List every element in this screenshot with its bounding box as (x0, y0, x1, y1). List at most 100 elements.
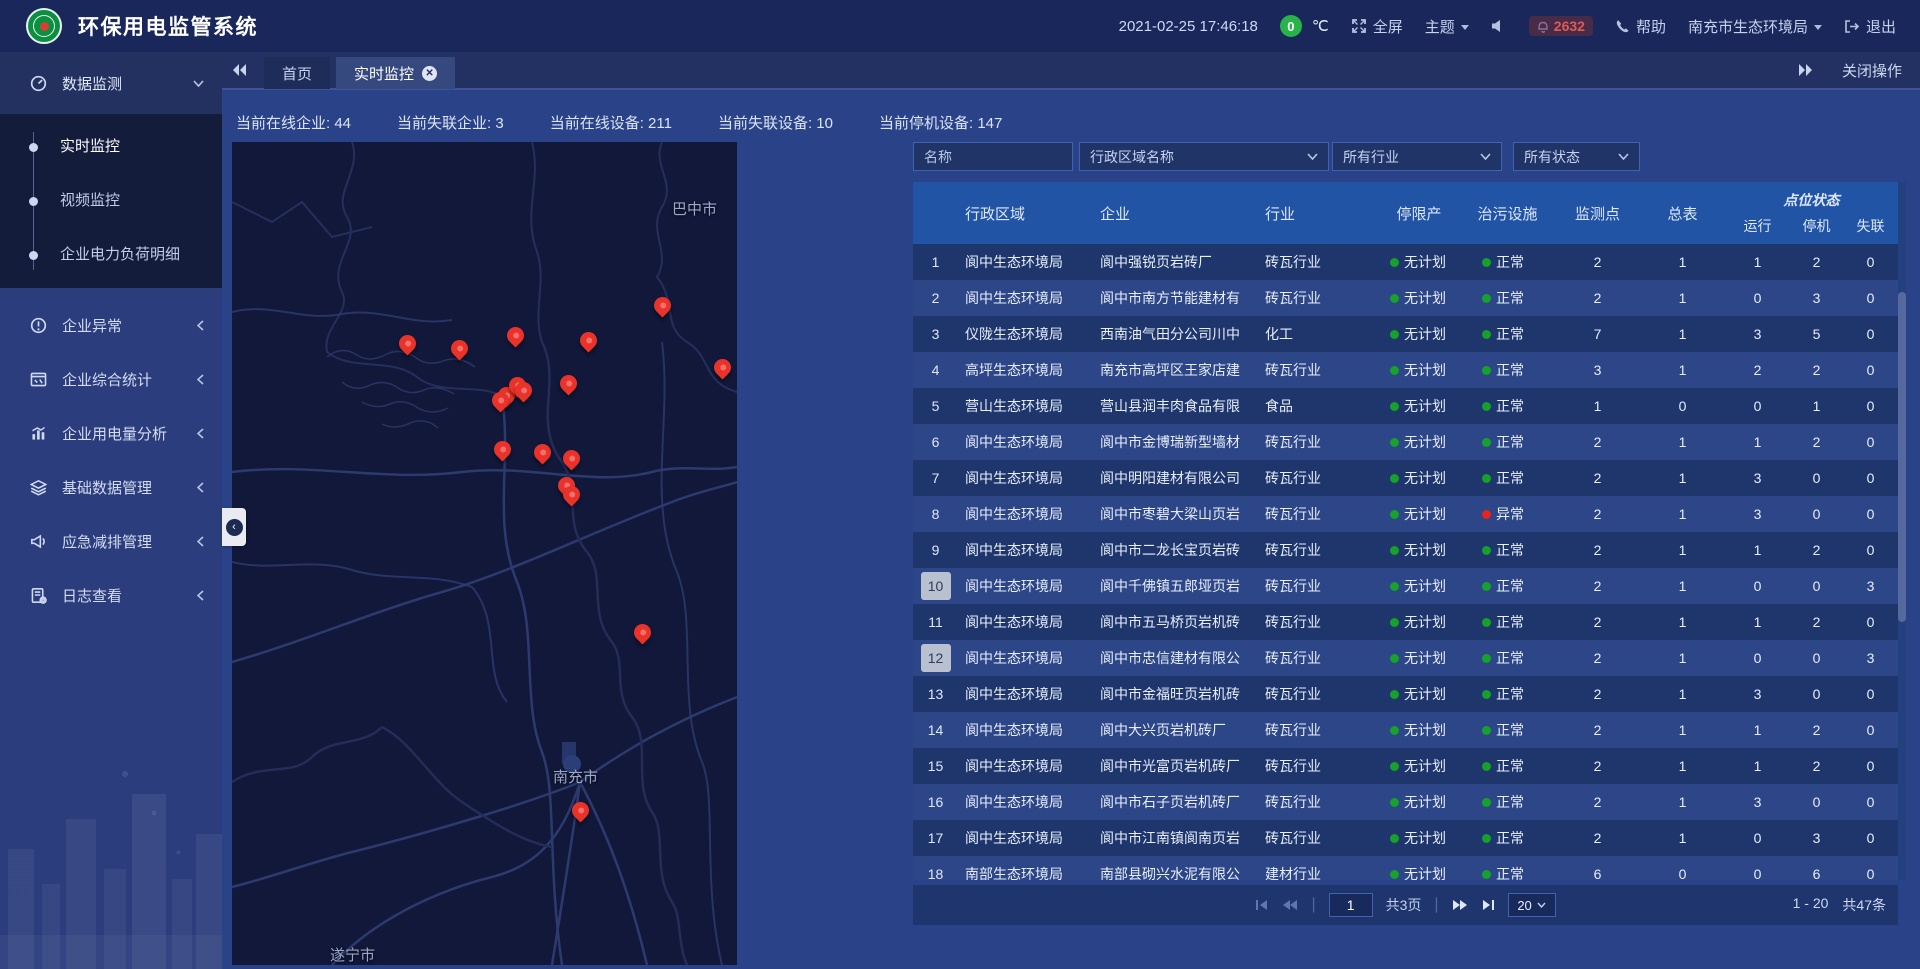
cell-offline-count: 0 (1843, 542, 1898, 558)
chevron-down-icon (1480, 153, 1491, 160)
status-dot-icon (1390, 330, 1399, 339)
status-dot-icon (1390, 582, 1399, 591)
chevron-left-icon (197, 320, 204, 331)
sidebar-item[interactable]: 数据监测 (0, 52, 222, 114)
logout-button[interactable]: 退出 (1844, 16, 1896, 37)
cell-monitor-count: 2 (1555, 542, 1640, 558)
status-dot-icon (1482, 690, 1491, 699)
chevron-down-icon (1461, 25, 1469, 30)
table-row[interactable]: 17阆中生态环境局阆中市江南镇阆南页岩砖瓦行业无计划正常21030 (913, 820, 1898, 856)
last-page-button[interactable] (1481, 899, 1495, 911)
notification-badge[interactable]: 2632 (1529, 16, 1593, 36)
table-row[interactable]: 9阆中生态环境局阆中市二龙长宝页岩砖砖瓦行业无计划正常21120 (913, 532, 1898, 568)
cell-stopped-count: 0 (1790, 794, 1843, 810)
column-header-stopped: 停机 (1790, 216, 1843, 236)
table-row[interactable]: 2阆中生态环境局阆中市南方节能建材有砖瓦行业无计划正常21030 (913, 280, 1898, 316)
cell-running-count: 3 (1725, 326, 1790, 342)
table-row[interactable]: 8阆中生态环境局阆中市枣碧大梁山页岩砖瓦行业无计划异常21300 (913, 496, 1898, 532)
sidebar-item[interactable]: 企业用电量分析 (0, 406, 222, 460)
table-row[interactable]: 13阆中生态环境局阆中市金福旺页岩机砖砖瓦行业无计划正常21300 (913, 676, 1898, 712)
sidebar-subitem[interactable]: 视频监控 (0, 174, 222, 228)
tab-item[interactable]: 首页 (264, 57, 330, 89)
cell-company: 阆中市光富页岩机砖厂 (1088, 756, 1258, 776)
table-row[interactable]: 3仪陇生态环境局西南油气田分公司川中化工无计划正常71350 (913, 316, 1898, 352)
table-row[interactable]: 7阆中生态环境局阆中明阳建材有限公司砖瓦行业无计划正常21300 (913, 460, 1898, 496)
first-page-button[interactable] (1255, 899, 1269, 911)
cell-row-number: 5 (913, 398, 958, 414)
sidebar-item[interactable]: 基础数据管理 (0, 460, 222, 514)
cell-stopped-count: 2 (1790, 758, 1843, 774)
table-row[interactable]: 14阆中生态环境局阆中大兴页岩机砖厂砖瓦行业无计划正常21120 (913, 712, 1898, 748)
sidebar-item[interactable]: 日志查看 (0, 568, 222, 622)
table-row[interactable]: 5营山生态环境局营山县润丰肉食品有限食品无计划正常10010 (913, 388, 1898, 424)
bullet-dot-icon (29, 143, 38, 152)
sidebar-item[interactable]: 企业异常 (0, 298, 222, 352)
sidebar-item[interactable]: 企业综合统计 (0, 352, 222, 406)
column-group-point-status: 点位状态 运行 停机 失联 (1725, 182, 1898, 244)
org-dropdown[interactable]: 南充市生态环境局 (1688, 16, 1822, 37)
cell-limit-status: 无计划 (1378, 468, 1460, 488)
cell-offline-count: 0 (1843, 290, 1898, 306)
sidebar-collapse-toggle[interactable]: ‹ (222, 508, 246, 546)
sidebar-item[interactable]: 应急减排管理 (0, 514, 222, 568)
table-row[interactable]: 1阆中生态环境局阆中强锐页岩砖厂砖瓦行业无计划正常21120 (913, 244, 1898, 280)
table-row[interactable]: 15阆中生态环境局阆中市光富页岩机砖厂砖瓦行业无计划正常21120 (913, 748, 1898, 784)
cell-stopped-count: 2 (1790, 542, 1843, 558)
stat-item: 当前失联设备: 10 (718, 112, 833, 133)
tab-active[interactable]: 实时监控✕ (336, 57, 455, 89)
region-select[interactable]: 行政区域名称 (1079, 142, 1329, 171)
cell-region: 阆中生态环境局 (958, 504, 1088, 524)
cell-running-count: 1 (1725, 254, 1790, 270)
stat-item: 当前停机设备: 147 (879, 112, 1002, 133)
double-chevron-right-icon[interactable] (1798, 63, 1814, 77)
last-page-icon (1481, 899, 1495, 911)
industry-select[interactable]: 所有行业 (1332, 142, 1502, 171)
fullscreen-icon (1351, 18, 1367, 34)
theme-dropdown[interactable]: 主题 (1425, 16, 1469, 37)
close-operations-button[interactable]: 关闭操作 (1842, 60, 1902, 81)
cell-industry: 砖瓦行业 (1258, 828, 1378, 848)
filter-bar: 行政区域名称 所有行业 所有状态 (913, 142, 1906, 171)
fullscreen-button[interactable]: 全屏 (1351, 16, 1403, 37)
name-search-input[interactable] (913, 142, 1073, 171)
tab-close-icon[interactable]: ✕ (422, 66, 437, 81)
page-number-input[interactable] (1329, 893, 1373, 917)
table-row[interactable]: 10阆中生态环境局阆中千佛镇五郎垭页岩砖瓦行业无计划正常21003 (913, 568, 1898, 604)
cell-offline-count: 0 (1843, 362, 1898, 378)
stats-bar: 当前在线企业: 44当前失联企业: 3当前在线设备: 211当前失联设备: 10… (236, 112, 1002, 133)
cell-running-count: 1 (1725, 758, 1790, 774)
map-panel[interactable]: 巴中市南充市遂宁市 (232, 142, 737, 965)
speaker-icon[interactable] (1491, 19, 1507, 33)
tab-scroll-left-button[interactable] (222, 52, 258, 88)
cell-stopped-count: 0 (1790, 506, 1843, 522)
help-button[interactable]: 帮助 (1615, 16, 1666, 37)
cell-offline-count: 0 (1843, 614, 1898, 630)
bar-chart-icon (28, 425, 48, 442)
status-select[interactable]: 所有状态 (1513, 142, 1640, 171)
cell-limit-status: 无计划 (1378, 360, 1460, 380)
sidebar-item-label: 企业综合统计 (62, 369, 152, 390)
table-row[interactable]: 6阆中生态环境局阆中市金博瑞新型墙材砖瓦行业无计划正常21120 (913, 424, 1898, 460)
log-doc-icon (28, 587, 48, 604)
chevron-left-icon (197, 374, 204, 385)
cell-offline-count: 0 (1843, 326, 1898, 342)
cell-region: 阆中生态环境局 (958, 612, 1088, 632)
table-row[interactable]: 16阆中生态环境局阆中市石子页岩机砖厂砖瓦行业无计划正常21300 (913, 784, 1898, 820)
cell-total-meter: 1 (1640, 542, 1725, 558)
next-page-button[interactable] (1452, 899, 1468, 911)
status-dot-icon (1482, 294, 1491, 303)
table-row[interactable]: 4高坪生态环境局南充市高坪区王家店建砖瓦行业无计划正常31220 (913, 352, 1898, 388)
table-row[interactable]: 18南部生态环境局南部县砌兴水泥有限公建材行业无计划正常60060 (913, 856, 1898, 880)
cell-offline-count: 0 (1843, 254, 1898, 270)
cell-industry: 砖瓦行业 (1258, 540, 1378, 560)
table-scrollbar-thumb[interactable] (1898, 292, 1906, 622)
table-row[interactable]: 12阆中生态环境局阆中市忠信建材有限公砖瓦行业无计划正常21003 (913, 640, 1898, 676)
sidebar-subitem[interactable]: 实时监控 (0, 120, 222, 174)
page-title: 环保用电监管系统 (78, 11, 258, 41)
prev-page-button[interactable] (1282, 899, 1298, 911)
table-row[interactable]: 11阆中生态环境局阆中市五马桥页岩机砖砖瓦行业无计划正常21120 (913, 604, 1898, 640)
sidebar-subitem[interactable]: 企业电力负荷明细 (0, 228, 222, 282)
page-size-select[interactable]: 20 (1508, 893, 1556, 917)
cell-running-count: 1 (1725, 722, 1790, 738)
enterprise-table-panel: 行政区域名称 所有行业 所有状态 行政区域 企业 行业 停限产 治污设施 监测点… (913, 142, 1906, 926)
